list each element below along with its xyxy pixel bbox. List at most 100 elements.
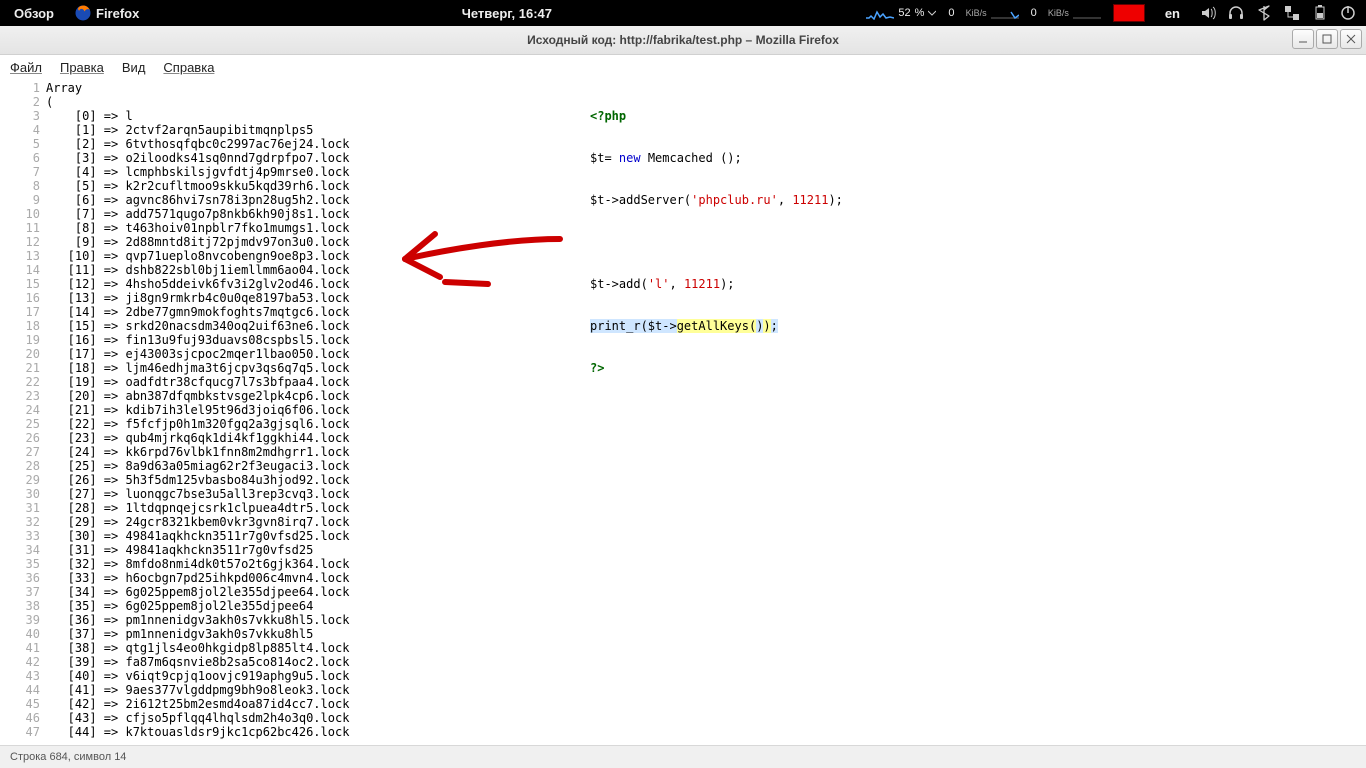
source-line: [15] => srkd20nacsdm340oq2uif63ne6.lock (46, 319, 349, 333)
top-panel: Обзор Firefox Четверг, 16:47 52% 0 KiB/s… (0, 0, 1366, 26)
line-number: 45 (0, 697, 40, 711)
line-number: 34 (0, 543, 40, 557)
window-title: Исходный код: http://fabrika/test.php – … (0, 33, 1366, 47)
source-line: [37] => pm1nnenidgv3akh0s7vkku8hl5 (46, 627, 349, 641)
code-server-str: 'phpclub.ru' (691, 193, 778, 207)
source-line: ( (46, 95, 349, 109)
source-line: [34] => 6g025ppem8jol2le355djpee64.lock (46, 585, 349, 599)
source-line: [20] => abn387dfqmbkstvsge2lpk4cp6.lock (46, 389, 349, 403)
line-number: 6 (0, 151, 40, 165)
line-number: 7 (0, 165, 40, 179)
headphones-icon[interactable] (1228, 5, 1244, 21)
minimize-button[interactable] (1292, 29, 1314, 49)
line-number: 19 (0, 333, 40, 347)
line-number: 32 (0, 515, 40, 529)
line-number: 2 (0, 95, 40, 109)
workspace-indicator[interactable] (1113, 4, 1145, 22)
line-number: 37 (0, 585, 40, 599)
volume-icon[interactable] (1200, 5, 1216, 21)
battery-indicator[interactable]: 52% (866, 6, 936, 20)
source-line: [35] => 6g025ppem8jol2le355djpee64 (46, 599, 349, 613)
source-line: [29] => 24gcr8321kbem0vkr3gvn8irq7.lock (46, 515, 349, 529)
close-button[interactable] (1340, 29, 1362, 49)
firefox-taskbar-button[interactable]: Firefox (66, 1, 147, 25)
line-number: 5 (0, 137, 40, 151)
source-line: [7] => add7571qugo7p8nkb6kh90j8s1.lock (46, 207, 349, 221)
source-line: [31] => 49841aqkhckn3511r7g0vfsd25 (46, 543, 349, 557)
status-bar: Строка 684, символ 14 (0, 745, 1366, 768)
line-number: 14 (0, 263, 40, 277)
source-line: [12] => 4hsho5ddeivk6fv3i2glv2od46.lock (46, 277, 349, 291)
source-line: [13] => ji8gn9rmkrb4c0u0qe8197ba53.lock (46, 291, 349, 305)
line-number: 27 (0, 445, 40, 459)
line-number: 28 (0, 459, 40, 473)
firefox-icon (74, 4, 92, 22)
source-line: [10] => qvp71ueplo8nvcobengn9oe8p3.lock (46, 249, 349, 263)
source-line: [0] => l (46, 109, 349, 123)
network-icon[interactable] (1284, 5, 1300, 21)
line-number: 41 (0, 641, 40, 655)
source-line: [39] => fa87m6qsnvie8b2sa5co814oc2.lock (46, 655, 349, 669)
net-down-indicator[interactable]: 0 KiB/s (948, 6, 1018, 20)
close-icon (1346, 34, 1356, 44)
source-line: [8] => t463hoiv01npblr7fko1mumgs1.lock (46, 221, 349, 235)
battery-sym: % (915, 7, 925, 19)
maximize-button[interactable] (1316, 29, 1338, 49)
source-line: [22] => f5fcfjp0h1m320fgq2a3gjsql6.lock (46, 417, 349, 431)
keyboard-layout[interactable]: en (1157, 3, 1188, 24)
source-line: [32] => 8mfdo8nmi4dk0t57o2t6gjk364.lock (46, 557, 349, 571)
code-add-key: 'l' (648, 277, 670, 291)
activities-button[interactable]: Обзор (6, 3, 62, 24)
line-number: 16 (0, 291, 40, 305)
source-line: [14] => 2dbe77gmn9mokfoghts7mqtgc6.lock (46, 305, 349, 319)
menu-bar: Файл Правка Вид Справка (0, 55, 1366, 79)
line-number: 13 (0, 249, 40, 263)
net-down-val: 0 (948, 7, 954, 19)
code-add-val: 11211 (684, 277, 720, 291)
line-number: 39 (0, 613, 40, 627)
source-line: [17] => ej43003sjcpoc2mqer1lbao050.lock (46, 347, 349, 361)
source-line: [5] => k2r2cufltmoo9skku5kqd39rh6.lock (46, 179, 349, 193)
source-line: [2] => 6tvthosqfqbc0c2997ac76ej24.lock (46, 137, 349, 151)
source-line: [41] => 9aes377vlgddpmg9bh9o8leok3.lock (46, 683, 349, 697)
line-number: 38 (0, 599, 40, 613)
menu-edit[interactable]: Правка (60, 60, 104, 75)
source-line: [42] => 2i612t25bm2esmd4oa87id4cc7.lock (46, 697, 349, 711)
line-number: 3 (0, 109, 40, 123)
line-number: 22 (0, 375, 40, 389)
net-up-indicator[interactable]: 0 KiB/s (1031, 6, 1101, 20)
source-line: [30] => 49841aqkhckn3511r7g0vfsd25.lock (46, 529, 349, 543)
source-line: [43] => cfjso5pflqq4lhqlsdm2h4o3q0.lock (46, 711, 349, 725)
clock[interactable]: Четверг, 16:47 (454, 3, 560, 24)
line-number: 9 (0, 193, 40, 207)
power-icon[interactable] (1340, 5, 1356, 21)
line-number: 17 (0, 305, 40, 319)
line-number: 25 (0, 417, 40, 431)
battery-spark-icon (866, 6, 894, 20)
net-down-unit: KiB/s (966, 8, 987, 18)
source-line: [6] => agvnc86hvi7sn78i3pn28ug5h2.lock (46, 193, 349, 207)
source-line: [28] => 1ltdqpnqejcsrk1clpuea4dtr5.lock (46, 501, 349, 515)
line-number-gutter: 1234567891011121314151617181920212223242… (0, 81, 40, 739)
annotation-arrow (390, 219, 570, 299)
net-up-unit: KiB/s (1048, 8, 1069, 18)
bluetooth-icon[interactable] (1256, 5, 1272, 21)
battery-icon[interactable] (1312, 5, 1328, 21)
menu-file[interactable]: Файл (10, 60, 42, 75)
line-number: 26 (0, 431, 40, 445)
menu-help[interactable]: Справка (163, 60, 214, 75)
source-text[interactable]: Array( [0] => l [1] => 2ctvf2arqn5aupibi… (46, 81, 349, 739)
source-line: [44] => k7ktouasldsr9jkc1cp62bc426.lock (46, 725, 349, 739)
source-line: [9] => 2d88mntd8itj72pjmdv97on3u0.lock (46, 235, 349, 249)
menu-view[interactable]: Вид (122, 60, 146, 75)
window-titlebar: Исходный код: http://fabrika/test.php – … (0, 26, 1366, 55)
line-number: 35 (0, 557, 40, 571)
source-line: [19] => oadfdtr38cfqucg7l7s3bfpaa4.lock (46, 375, 349, 389)
source-line: [11] => dshb822sbl0bj1iemllmm6ao04.lock (46, 263, 349, 277)
source-line: [16] => fin13u9fuj93duavs08cspbsl5.lock (46, 333, 349, 347)
line-number: 8 (0, 179, 40, 193)
php-code-block[interactable]: <?php $t= new Memcached (); $t->addServe… (590, 81, 843, 403)
source-line: [36] => pm1nnenidgv3akh0s7vkku8hl5.lock (46, 613, 349, 627)
line-number: 20 (0, 347, 40, 361)
line-number: 1 (0, 81, 40, 95)
